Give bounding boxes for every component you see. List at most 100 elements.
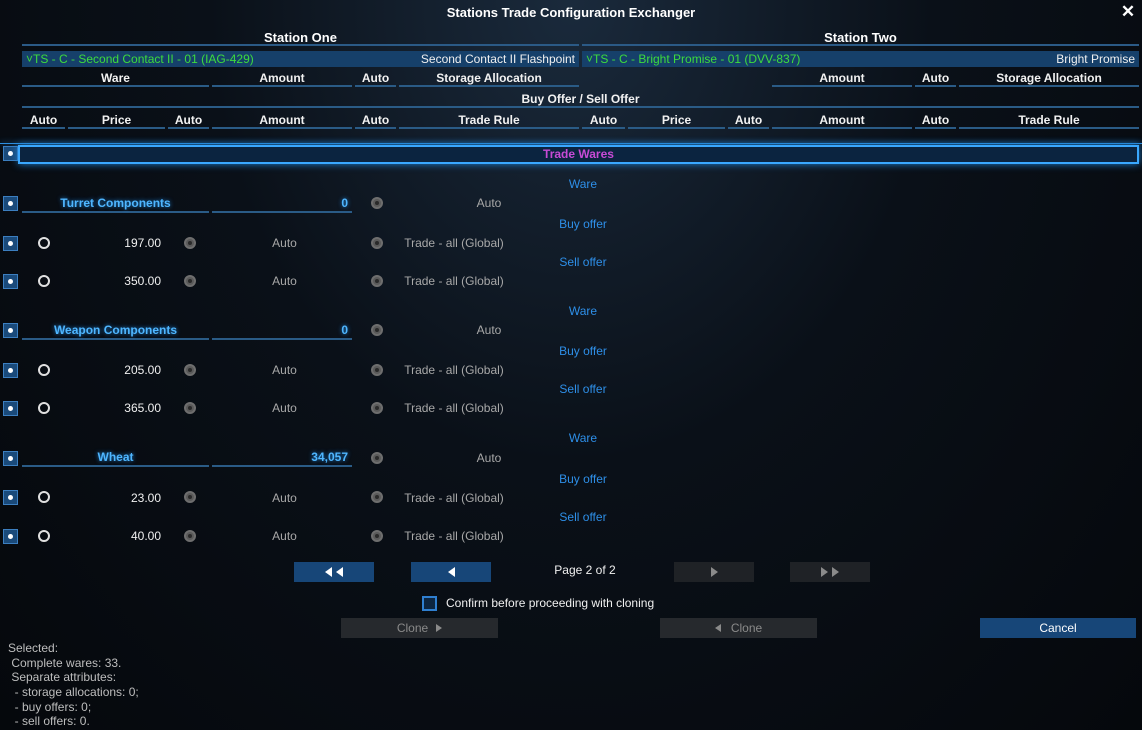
ware-name: Turret Components — [22, 196, 209, 213]
select-all-button[interactable] — [3, 146, 18, 161]
selected-storage-allocations: - storage allocations: 0; — [8, 685, 139, 699]
confirm-label: Confirm before proceeding with cloning — [446, 596, 655, 610]
buy-amount: Auto — [272, 491, 297, 505]
price-auto-radio[interactable] — [38, 491, 50, 503]
station-one-selected: ˅TS - C - Second Contact II - 01 (IAG-42… — [26, 52, 254, 66]
select-ware-button[interactable] — [3, 451, 18, 466]
header-amount-one: Amount — [212, 71, 352, 87]
selected-buy-offers: - buy offers: 0; — [8, 700, 92, 714]
ware-amount: 34,057 — [212, 450, 352, 467]
page-indicator: Page 2 of 2 — [554, 563, 616, 577]
window-title: Stations Trade Configuration Exchanger — [446, 5, 696, 20]
next-page-button[interactable] — [674, 562, 754, 582]
buy-offer-label: Buy offer — [559, 344, 607, 358]
buy-amount: Auto — [272, 363, 297, 377]
price-auto-radio[interactable] — [38, 275, 50, 287]
amount-auto-radio — [184, 402, 196, 414]
select-buy-offer-button[interactable] — [3, 490, 18, 505]
select-sell-offer-button[interactable] — [3, 401, 18, 416]
header-trade-rule-two: Trade Rule — [959, 113, 1139, 129]
double-right-icon — [821, 567, 828, 577]
amount-auto-radio — [184, 491, 196, 503]
last-page-button[interactable] — [790, 562, 870, 582]
station-two-sector: Bright Promise — [1056, 52, 1135, 66]
header-offer-auto3-two: Auto — [915, 113, 956, 129]
storage-auto-radio — [371, 324, 383, 336]
select-buy-offer-button[interactable] — [3, 363, 18, 378]
sell-amount: Auto — [272, 529, 297, 543]
clone-right-label: Clone — [396, 621, 429, 635]
header-offer-auto3-one: Auto — [355, 113, 396, 129]
station-one-dropdown[interactable]: ˅TS - C - Second Contact II - 01 (IAG-42… — [22, 51, 579, 67]
header-offer-auto2-two: Auto — [728, 113, 769, 129]
rule-auto-radio — [371, 491, 383, 503]
buy-offer-label: Buy offer — [559, 217, 607, 231]
station-two-dropdown[interactable]: ˅TS - C - Bright Promise - 01 (DVV-837) … — [582, 51, 1139, 67]
clone-to-right-button[interactable]: Clone — [341, 618, 498, 638]
amount-auto-radio — [184, 364, 196, 376]
header-storage-two: Storage Allocation — [959, 71, 1139, 87]
select-ware-button[interactable] — [3, 323, 18, 338]
header-offer-amount-one: Amount — [212, 113, 352, 129]
sell-amount: Auto — [272, 401, 297, 415]
sell-offer-label: Sell offer — [559, 255, 607, 269]
buy-offer-label: Buy offer — [559, 472, 607, 486]
confirm-checkbox[interactable] — [422, 596, 437, 611]
rule-auto-radio — [371, 530, 383, 542]
buy-trade-rule: Trade - all (Global) — [404, 491, 504, 505]
storage-allocation: Auto — [476, 323, 502, 337]
selected-separate-attributes: Separate attributes: — [8, 670, 117, 684]
clone-left-label: Clone — [730, 621, 763, 635]
amount-auto-radio — [184, 530, 196, 542]
sell-price: 365.00 — [124, 401, 161, 415]
sell-trade-rule: Trade - all (Global) — [404, 401, 504, 415]
select-ware-button[interactable] — [3, 196, 18, 211]
rule-auto-radio — [371, 275, 383, 287]
price-auto-radio[interactable] — [38, 237, 50, 249]
buy-price: 197.00 — [124, 236, 161, 250]
price-auto-radio[interactable] — [38, 402, 50, 414]
header-offer-auto2-one: Auto — [168, 113, 209, 129]
select-sell-offer-button[interactable] — [3, 529, 18, 544]
select-sell-offer-button[interactable] — [3, 274, 18, 289]
selected-complete-wares: Complete wares: 33. — [8, 656, 122, 670]
buy-sell-header: Buy Offer / Sell Offer — [22, 92, 1139, 108]
clone-to-left-button[interactable]: Clone — [660, 618, 817, 638]
header-price-two: Price — [628, 113, 725, 129]
rule-auto-radio — [371, 402, 383, 414]
select-buy-offer-button[interactable] — [3, 236, 18, 251]
ware-name: Weapon Components — [22, 323, 209, 340]
header-auto-two: Auto — [915, 71, 956, 87]
cancel-button[interactable]: Cancel — [980, 618, 1136, 638]
sell-trade-rule: Trade - all (Global) — [404, 274, 504, 288]
header-storage-one: Storage Allocation — [399, 71, 579, 87]
ware-label: Ware — [568, 177, 598, 191]
header-auto-one: Auto — [355, 71, 396, 87]
header-offer-auto1-two: Auto — [582, 113, 625, 129]
amount-auto-radio — [184, 237, 196, 249]
ware-name: Wheat — [22, 450, 209, 467]
header-trade-rule-one: Trade Rule — [399, 113, 579, 129]
sell-price: 40.00 — [130, 529, 161, 543]
close-icon[interactable]: ✕ — [1118, 2, 1138, 21]
buy-amount: Auto — [272, 236, 297, 250]
buy-price: 23.00 — [130, 491, 161, 505]
first-page-button[interactable] — [294, 562, 374, 582]
price-auto-radio[interactable] — [38, 364, 50, 376]
double-left-icon — [325, 567, 332, 577]
header-offer-amount-two: Amount — [772, 113, 912, 129]
header-amount-two: Amount — [772, 71, 912, 87]
selected-sell-offers: - sell offers: 0. — [8, 714, 90, 728]
buy-price: 205.00 — [124, 363, 161, 377]
storage-auto-radio — [371, 452, 383, 464]
buy-trade-rule: Trade - all (Global) — [404, 236, 504, 250]
sell-offer-label: Sell offer — [559, 382, 607, 396]
price-auto-radio[interactable] — [38, 530, 50, 542]
sell-offer-label: Sell offer — [559, 510, 607, 524]
prev-page-button[interactable] — [411, 562, 491, 582]
header-offer-auto1-one: Auto — [22, 113, 65, 129]
trade-wares-group[interactable]: Trade Wares — [18, 145, 1139, 164]
rule-auto-radio — [371, 237, 383, 249]
ware-amount: 0 — [212, 323, 352, 340]
station-one-sector: Second Contact II Flashpoint — [420, 52, 575, 66]
